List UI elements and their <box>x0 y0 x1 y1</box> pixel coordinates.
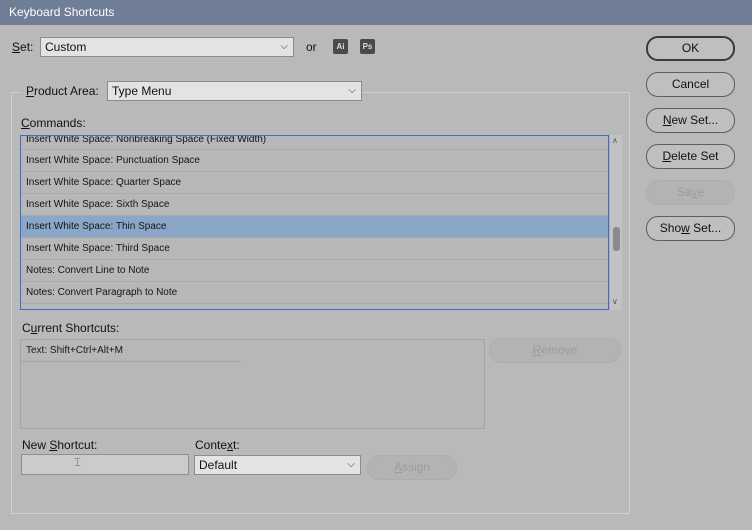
product-area-label: Product Area: <box>26 84 99 98</box>
show-set-button[interactable]: Show Set... <box>646 216 735 241</box>
current-shortcuts-label: Current Shortcuts: <box>22 321 120 335</box>
photoshop-icon[interactable]: Ps <box>360 39 375 54</box>
list-item[interactable]: Notes: Convert Paragraph to Note <box>21 282 608 304</box>
scroll-up-icon[interactable]: ∧ <box>612 136 618 145</box>
new-shortcut-label: New Shortcut: <box>22 438 98 452</box>
chevron-down-icon: ⌵ <box>348 85 356 96</box>
current-shortcuts-list[interactable]: Text: Shift+Ctrl+Alt+M <box>20 339 485 429</box>
set-value: Custom <box>45 40 87 54</box>
set-dropdown[interactable]: Custom ⌵ <box>40 37 294 57</box>
list-item[interactable]: Insert White Space: Sixth Space <box>21 194 608 216</box>
list-item[interactable]: Notes: Convert Line to Note <box>21 260 608 282</box>
remove-button[interactable]: Remove <box>489 338 621 363</box>
context-label: Context: <box>195 438 240 452</box>
commands-list[interactable]: Insert White Space: Nonbreaking Space (F… <box>20 135 609 310</box>
list-item[interactable]: Insert White Space: Punctuation Space <box>21 150 608 172</box>
list-item[interactable]: Insert White Space: Quarter Space <box>21 172 608 194</box>
shortcut-item[interactable]: Text: Shift+Ctrl+Alt+M <box>21 340 241 362</box>
delete-set-button[interactable]: Delete Set <box>646 144 735 169</box>
product-area-value: Type Menu <box>112 84 172 98</box>
set-label: Set: <box>12 40 34 54</box>
or-text: or <box>306 40 317 54</box>
scroll-down-icon[interactable]: ∨ <box>612 297 618 306</box>
illustrator-icon[interactable]: Ai <box>333 39 348 54</box>
list-item[interactable]: Insert White Space: Third Space <box>21 238 608 260</box>
list-item-selected[interactable]: Insert White Space: Thin Space <box>21 216 608 238</box>
chevron-down-icon: ⌵ <box>347 459 355 470</box>
new-set-button[interactable]: New Set... <box>646 108 735 133</box>
save-button[interactable]: Save <box>646 180 735 205</box>
context-value: Default <box>199 458 238 472</box>
cancel-button[interactable]: Cancel <box>646 72 735 97</box>
new-shortcut-input[interactable]: ⌶ <box>21 454 189 475</box>
ok-button[interactable]: OK <box>646 36 735 61</box>
scroll-thumb[interactable] <box>613 227 620 251</box>
commands-label: Commands: <box>21 116 86 130</box>
window-title: Keyboard Shortcuts <box>0 0 752 25</box>
list-item[interactable]: Insert White Space: Nonbreaking Space (F… <box>21 136 608 150</box>
product-area-dropdown[interactable]: Type Menu ⌵ <box>107 81 362 101</box>
chevron-down-icon: ⌵ <box>280 41 288 52</box>
commands-scrollbar[interactable]: ∧ ∨ <box>609 135 622 310</box>
assign-button[interactable]: Assign <box>367 455 457 480</box>
context-dropdown[interactable]: Default ⌵ <box>194 455 361 475</box>
text-cursor-icon: ⌶ <box>74 457 81 469</box>
